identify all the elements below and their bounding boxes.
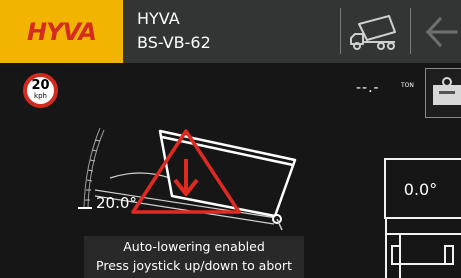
auto-lowering-status-panel: Auto-lowering enabled Press joystick up/…: [84, 236, 304, 278]
truck-front: [385, 219, 461, 278]
body-angle-readout: 20.0°: [96, 194, 137, 212]
tilt-angle-box: 0.0°: [384, 158, 461, 219]
status-message-line2: Press joystick up/down to abort: [96, 258, 292, 273]
status-message-line1: Auto-lowering enabled: [123, 239, 265, 254]
tilt-angle-readout: 0.0°: [403, 180, 438, 199]
